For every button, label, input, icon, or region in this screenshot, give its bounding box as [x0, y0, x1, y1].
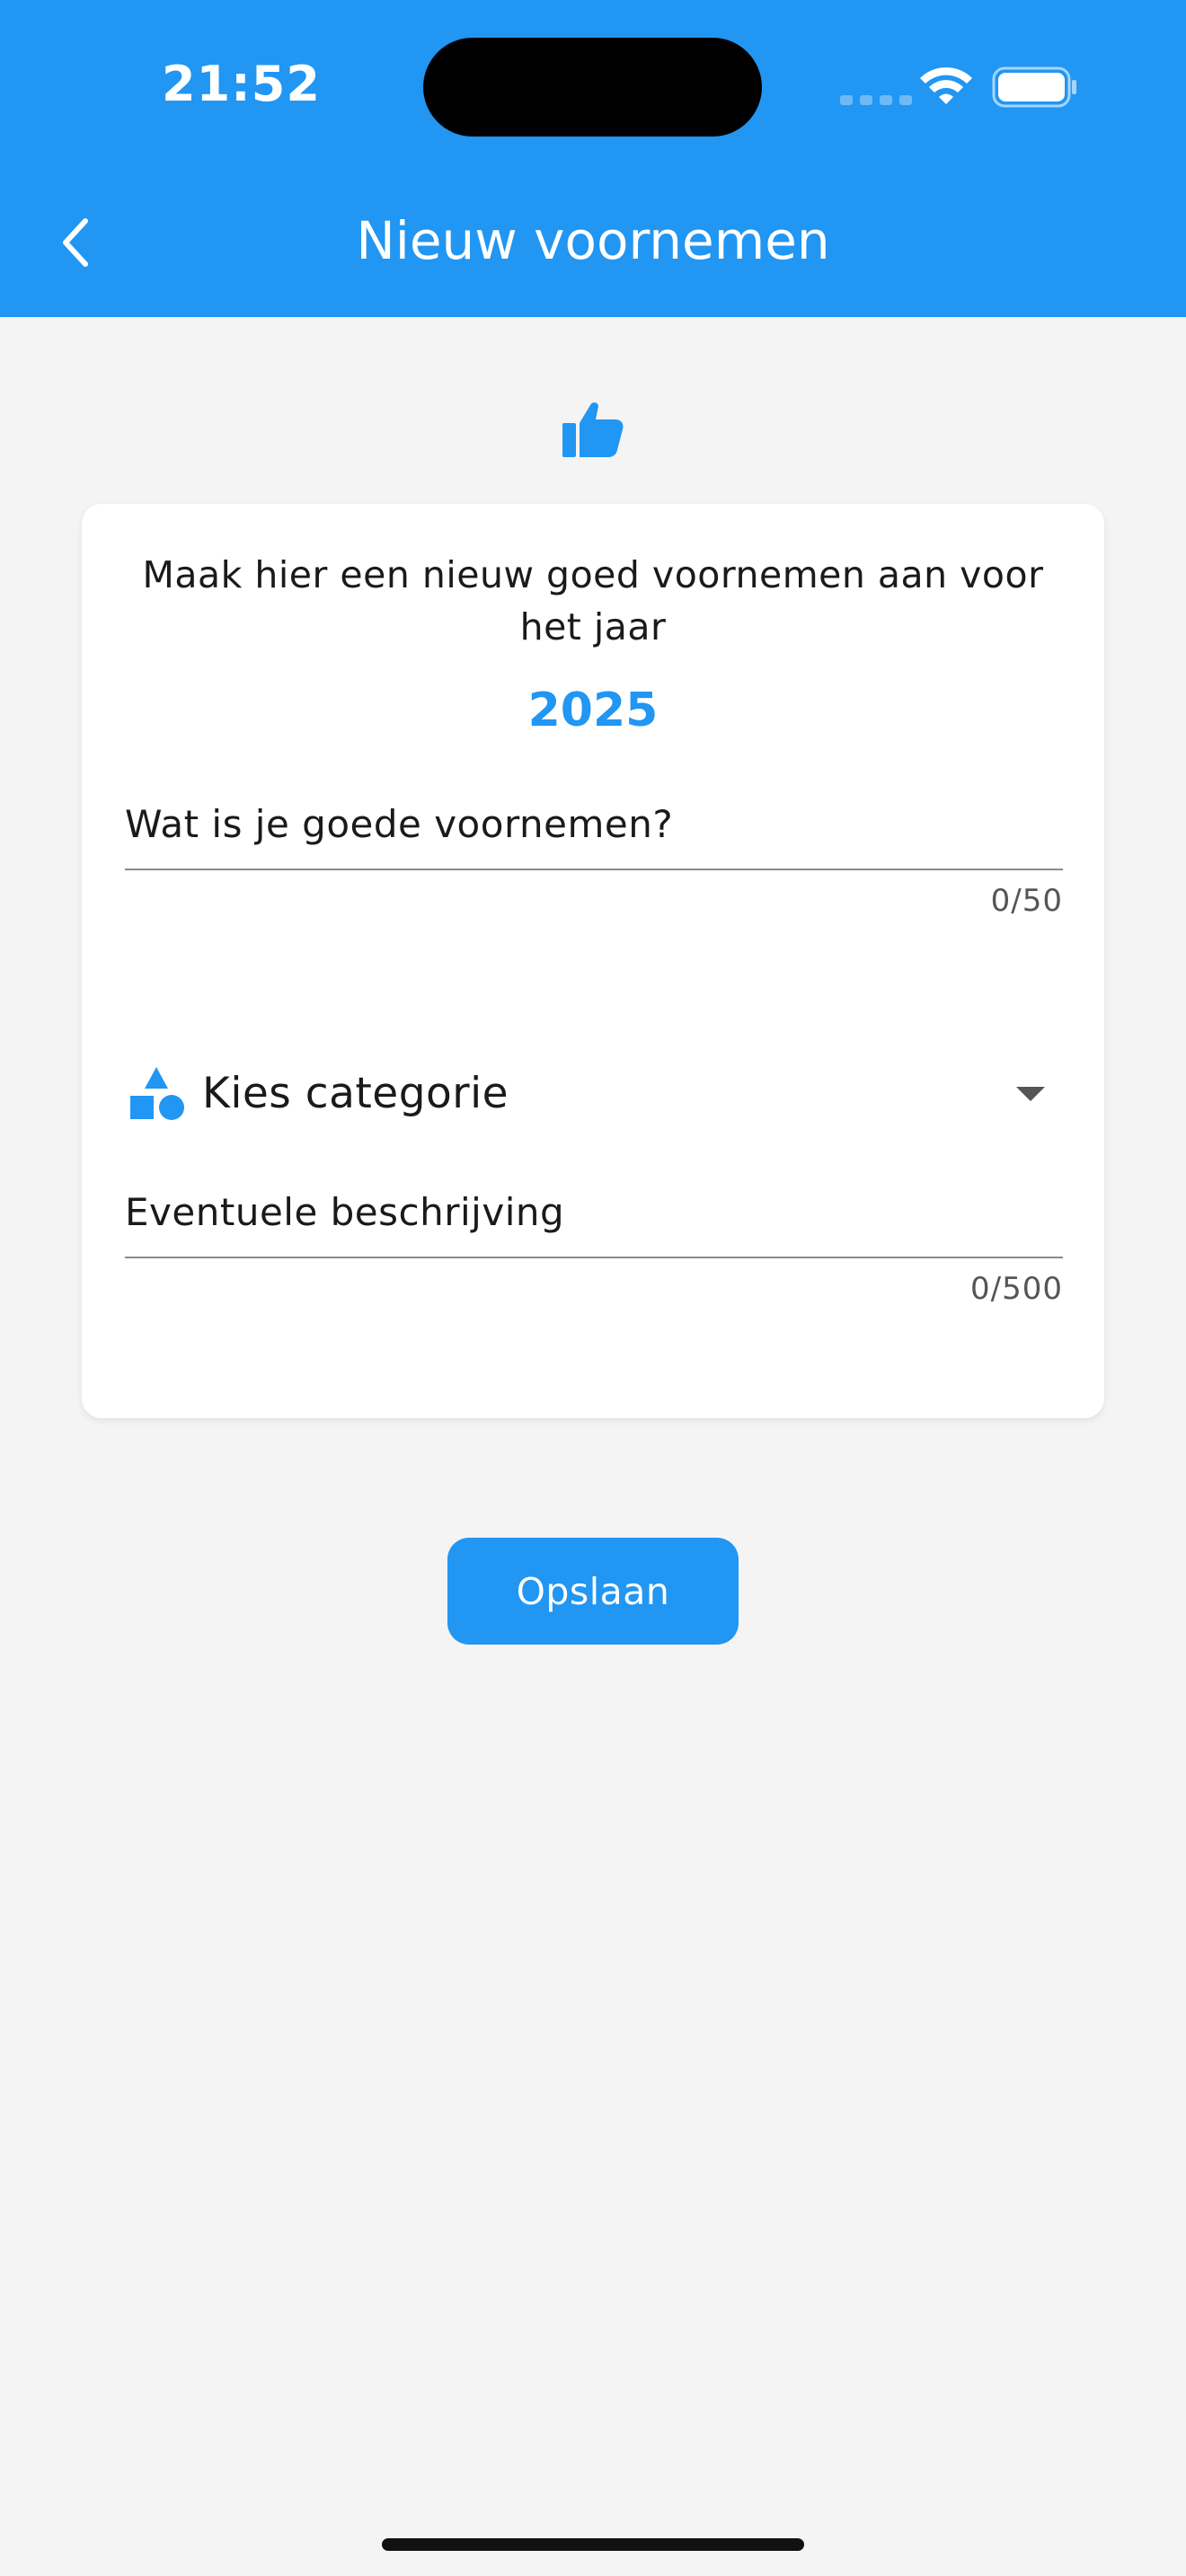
- caret-down-icon: [1016, 1087, 1045, 1101]
- resolution-title-field: 0/50: [125, 779, 1063, 919]
- status-time: 21:52: [162, 56, 321, 112]
- wifi-icon: [920, 66, 972, 104]
- title-field-underline: [125, 869, 1063, 870]
- resolution-title-input[interactable]: [125, 779, 1063, 869]
- year-label: 2025: [527, 684, 659, 737]
- description-field-underline: [125, 1257, 1063, 1258]
- description-input[interactable]: [125, 1167, 1063, 1257]
- home-indicator: [382, 2538, 804, 2551]
- page-title: Nieuw voornemen: [356, 210, 830, 271]
- new-resolution-card: Maak hier een nieuw goed voornemen aan v…: [82, 504, 1104, 1418]
- intro-text: Maak hier een nieuw goed voornemen aan v…: [142, 553, 1044, 648]
- save-button[interactable]: Opslaan: [447, 1538, 739, 1645]
- thumbs-up-icon: [562, 402, 624, 457]
- dynamic-island: [423, 38, 762, 137]
- app-bar: 21:52 Nieuw voornemen: [0, 0, 1186, 317]
- cellular-signal-icon: [840, 95, 912, 105]
- category-dropdown-label: Kies categorie: [202, 1068, 509, 1118]
- category-dropdown[interactable]: Kies categorie: [125, 1039, 1063, 1147]
- category-shapes-icon: [130, 1067, 184, 1120]
- description-field: 0/500: [125, 1167, 1063, 1307]
- battery-icon: [992, 66, 1076, 108]
- title-char-counter: 0/50: [990, 883, 1063, 919]
- description-char-counter: 0/500: [970, 1271, 1063, 1307]
